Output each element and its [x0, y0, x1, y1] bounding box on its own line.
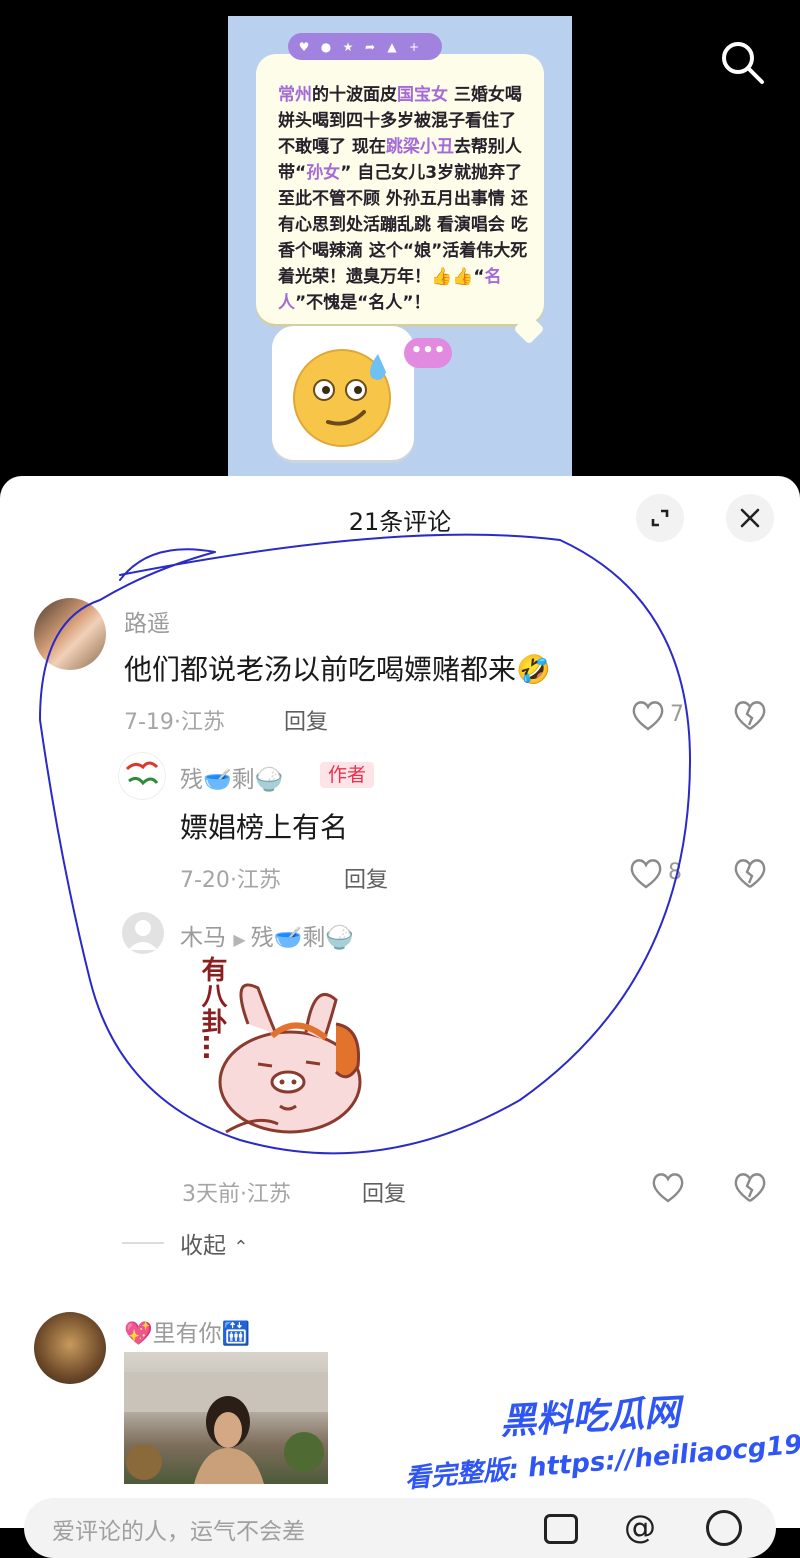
comment-date: 3天前 — [182, 1182, 240, 1207]
comment-username[interactable]: 路遥 — [124, 604, 170, 638]
comment-location: 江苏 — [180, 710, 225, 735]
comments-sheet: 21条评论 路遥 他们都说老汤以前吃喝嫖赌都来🤣 7-19·江苏 回复 7 残🥣… — [0, 476, 800, 1558]
comment-username[interactable]: 💖里有你🛗 — [124, 1314, 250, 1348]
heart-icon: ♥ — [298, 39, 310, 54]
quote-card: 常州的十波面皮国宝女 三婚女喝姘头喝到四十多岁被混子看住了不敢嘎了 现在跳梁小丑… — [256, 54, 545, 345]
broken-heart-icon[interactable] — [732, 698, 768, 732]
collapse-divider — [122, 1242, 164, 1244]
comment-date: 7-19 — [124, 710, 174, 735]
broken-heart-icon[interactable] — [732, 856, 768, 890]
chevron-up-icon: ⌃ — [233, 1237, 249, 1258]
poster-toolbar: ♥ ● ★ ➦ ▲ + — [288, 33, 442, 60]
comment-username[interactable]: 残🥣剩🍚 — [180, 760, 283, 794]
video-area[interactable]: 常州的十波面皮国宝女 三婚女喝姘头喝到四十多岁被混子看住了不敢嘎了 现在跳梁小丑… — [0, 0, 800, 490]
share-icon: ➦ — [364, 39, 376, 54]
emoji-icon[interactable] — [706, 1510, 742, 1546]
highlighted-text: 常州 — [278, 85, 312, 105]
collapse-label: 收起 — [180, 1233, 226, 1259]
avatar-placeholder[interactable] — [122, 912, 164, 954]
reply-button[interactable]: 回复 — [284, 704, 328, 736]
comment-meta: 7-20·江苏 — [180, 868, 281, 893]
expand-icon — [651, 509, 669, 527]
expand-button[interactable] — [636, 494, 684, 542]
highlighted-text: 孙女 — [306, 163, 341, 183]
plus-icon: + — [408, 39, 420, 54]
at-icon[interactable]: @ — [624, 1508, 656, 1546]
reply-arrow-icon: ▶ — [233, 930, 251, 949]
comment-meta: 3天前·江苏 — [182, 1182, 292, 1207]
star-icon: ★ — [342, 39, 354, 54]
search-icon[interactable] — [716, 38, 768, 86]
comment-meta: 7-19·江苏 — [124, 710, 225, 735]
comment-location: 江苏 — [236, 868, 281, 893]
comment-date: 7-20 — [180, 868, 230, 893]
like-count: 8 — [668, 860, 682, 885]
emoji-card — [272, 326, 414, 460]
thumb-up-icon: ▲ — [387, 39, 397, 54]
heart-outline-icon[interactable] — [630, 698, 666, 732]
close-icon — [740, 508, 760, 528]
like-count: 7 — [670, 702, 684, 727]
chat-icon: ● — [320, 39, 332, 54]
avatar[interactable] — [118, 752, 166, 800]
reply-to-username[interactable]: 残🥣剩🍚 — [251, 925, 354, 951]
heart-outline-icon[interactable] — [628, 856, 664, 890]
comment-input-placeholder: 爱评论的人，运气不会差 — [52, 1519, 305, 1545]
close-button[interactable] — [726, 494, 774, 542]
avatar[interactable] — [34, 1312, 106, 1384]
sticker-caption: 有八卦… — [197, 956, 227, 1060]
quote-segment: ”不愧是“名人”！ — [295, 293, 431, 313]
watermark-title: 黑料吃瓜网 — [499, 1392, 682, 1443]
comment-input-bar[interactable]: 爱评论的人，运气不会差 @ — [24, 1498, 776, 1558]
video-poster: 常州的十波面皮国宝女 三婚女喝姘头喝到四十多岁被混子看住了不敢嘎了 现在跳梁小丑… — [228, 16, 572, 490]
author-badge: 作者 — [320, 762, 375, 788]
comment-text: 他们都说老汤以前吃喝嫖赌都来🤣 — [124, 653, 551, 686]
reply-header: 木马 ▶ 残🥣剩🍚 — [180, 918, 354, 952]
comment-location: 江苏 — [247, 1182, 292, 1207]
comment-text: 嫖娼榜上有名 — [180, 811, 349, 844]
avatar[interactable] — [34, 598, 106, 670]
chat-bubble-dots: ••• — [404, 338, 452, 368]
comment-username[interactable]: 木马 — [180, 925, 226, 951]
quote-text: 常州的十波面皮国宝女 三婚女喝姘头喝到四十多岁被混子看住了不敢嘎了 现在跳梁小丑… — [278, 82, 528, 316]
comment-image[interactable] — [124, 1352, 328, 1484]
highlighted-text: 国宝女 — [397, 85, 448, 105]
sweat-smile-emoji-icon — [293, 349, 391, 447]
reply-button[interactable]: 回复 — [362, 1176, 406, 1208]
image-icon[interactable] — [544, 1514, 578, 1544]
highlighted-text: 跳梁小丑 — [385, 137, 454, 157]
reply-button[interactable]: 回复 — [344, 862, 388, 894]
quote-card-tail — [513, 313, 545, 345]
quote-segment: 的十波面皮 — [312, 85, 397, 105]
collapse-replies-button[interactable]: 收起 ⌃ — [180, 1226, 248, 1260]
broken-heart-icon[interactable] — [732, 1170, 768, 1204]
heart-outline-icon[interactable] — [650, 1170, 686, 1204]
